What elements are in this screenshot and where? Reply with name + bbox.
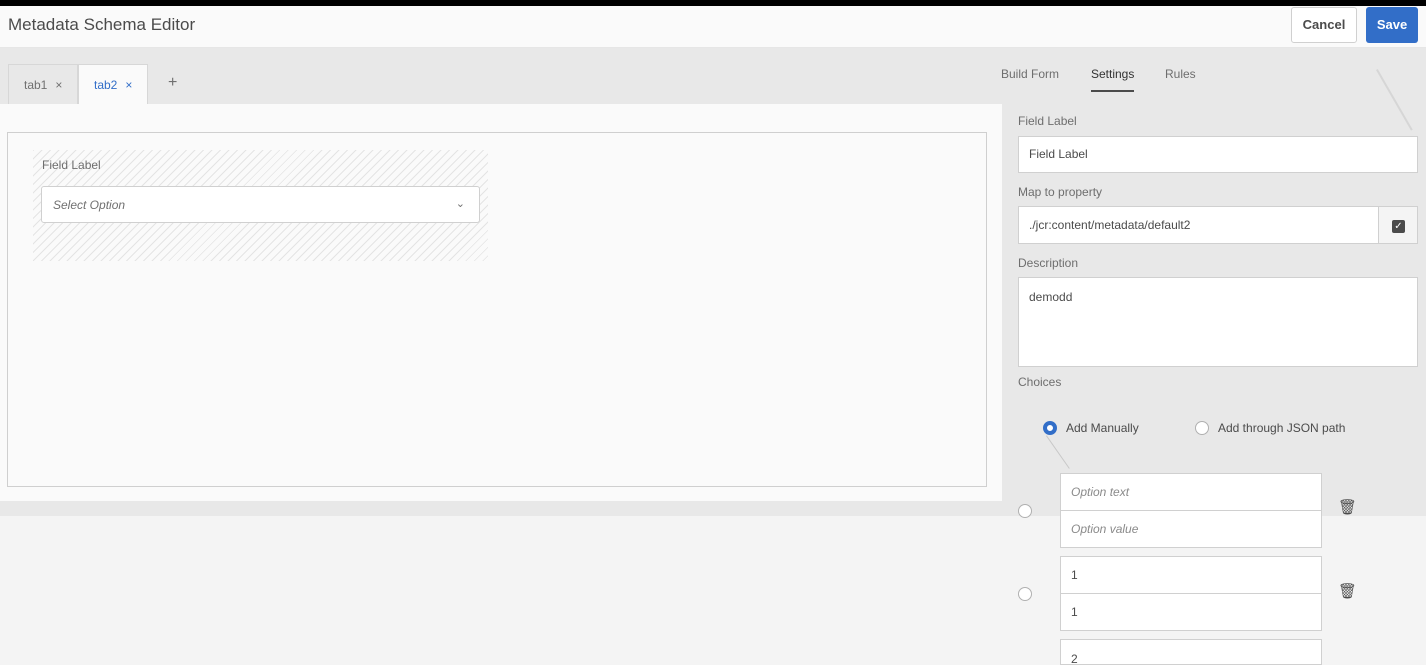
description-textarea[interactable]: demodd: [1018, 277, 1418, 367]
radio-add-json-path[interactable]: [1195, 421, 1209, 435]
option-text-input[interactable]: 1: [1060, 556, 1322, 594]
tab-label: tab2: [94, 78, 118, 92]
tab-label: tab1: [24, 78, 48, 92]
save-button[interactable]: Save: [1366, 7, 1418, 43]
trash-icon[interactable]: 🗑: [1338, 498, 1357, 516]
close-icon[interactable]: ×: [125, 78, 132, 92]
radio-add-json-path-label: Add through JSON path: [1218, 421, 1346, 435]
field-label: Field Label: [42, 158, 101, 172]
tab-tab2[interactable]: tab2 ×: [78, 64, 148, 105]
page-title: Metadata Schema Editor: [8, 15, 196, 34]
choices-label: Choices: [1018, 375, 1062, 389]
checkbox-icon: ✓: [1392, 220, 1405, 233]
chevron-down-icon: ⌄: [455, 198, 465, 210]
radio-add-manually-label: Add Manually: [1066, 421, 1139, 435]
map-to-property-label: Map to property: [1018, 185, 1103, 199]
trash-icon[interactable]: 🗑: [1338, 582, 1357, 600]
tab-rules[interactable]: Rules: [1165, 67, 1196, 81]
field-label-label: Field Label: [1018, 114, 1077, 128]
tab-tab1[interactable]: tab1 ×: [8, 64, 78, 105]
close-icon[interactable]: ×: [55, 78, 62, 92]
dropdown-placeholder: Select Option: [53, 198, 126, 212]
map-to-property-input[interactable]: ./jcr:content/metadata/default2: [1018, 206, 1379, 244]
browse-property-button[interactable]: ✓: [1378, 206, 1418, 244]
option-text-input[interactable]: Option text: [1060, 473, 1322, 511]
active-tab-indicator: [1091, 90, 1134, 92]
option-default-radio[interactable]: [1018, 587, 1032, 601]
dropdown-field[interactable]: Select Option ⌄: [41, 186, 480, 223]
add-tab-button[interactable]: +: [168, 74, 177, 92]
option-value-input[interactable]: 1: [1060, 593, 1322, 631]
tab-build-form[interactable]: Build Form: [1001, 67, 1059, 81]
field-label-input[interactable]: Field Label: [1018, 136, 1418, 173]
option-text-input[interactable]: 2: [1060, 639, 1322, 665]
option-default-radio[interactable]: [1018, 504, 1032, 518]
cancel-button[interactable]: Cancel: [1291, 7, 1357, 43]
description-label: Description: [1018, 256, 1079, 270]
tab-settings[interactable]: Settings: [1091, 67, 1134, 81]
option-value-input[interactable]: Option value: [1060, 510, 1322, 548]
radio-add-manually[interactable]: [1043, 421, 1057, 435]
title-bar: Metadata Schema Editor Cancel Save: [0, 6, 1426, 48]
